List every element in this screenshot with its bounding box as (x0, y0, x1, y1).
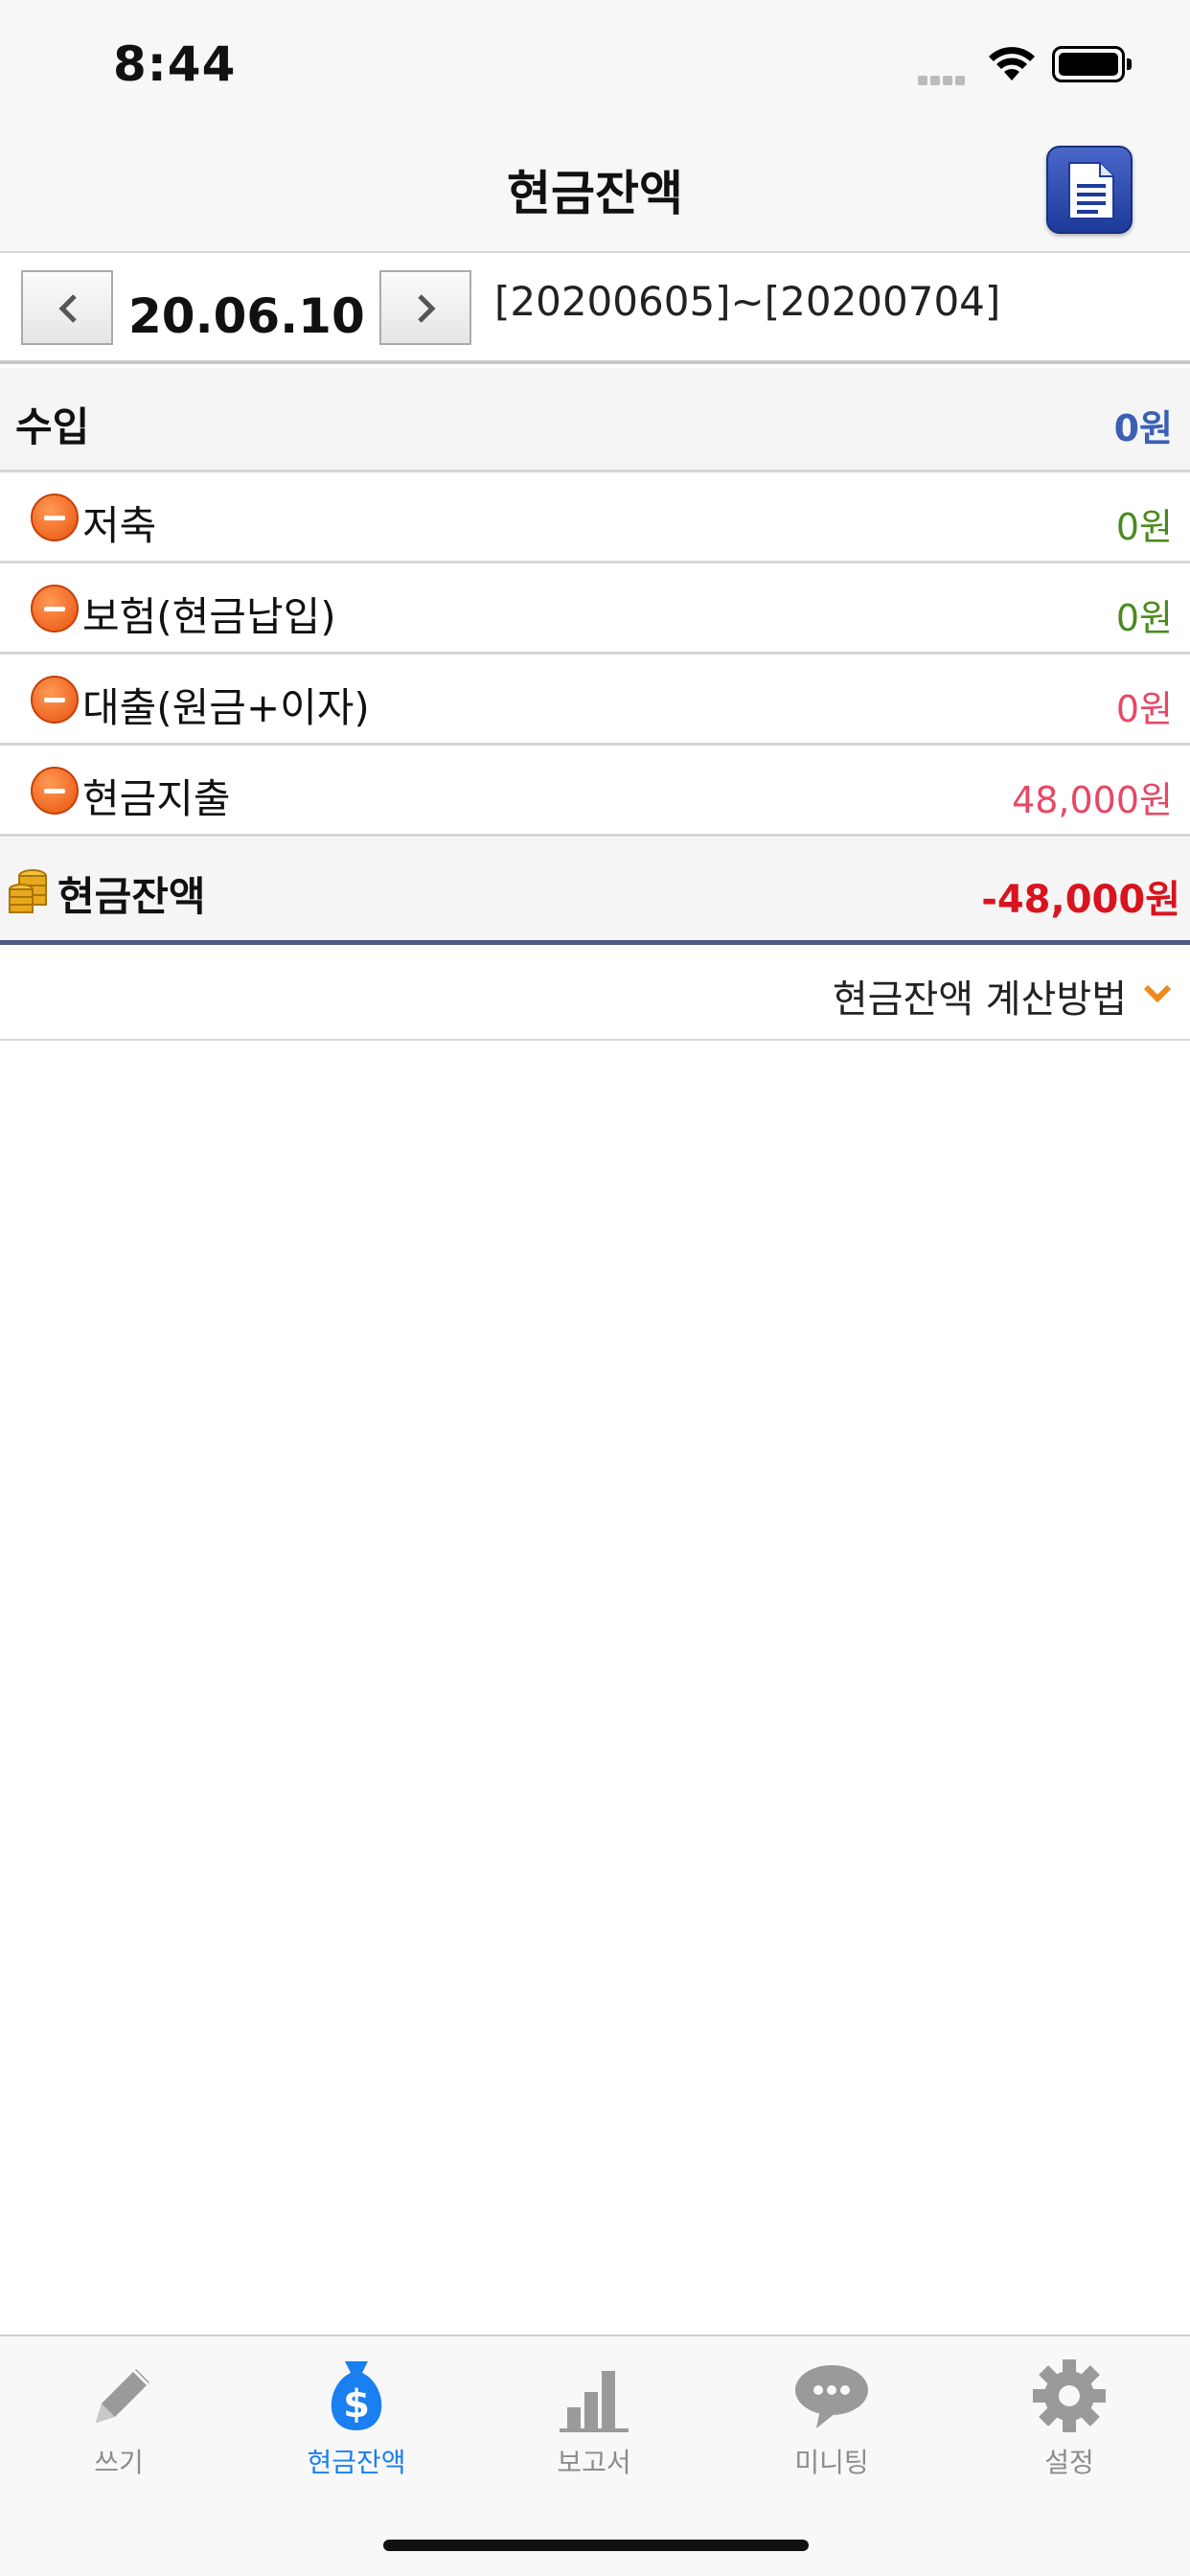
income-value: 0원 (1113, 407, 1173, 449)
chevron-down-icon (1143, 984, 1172, 1003)
chat-bubble-icon (795, 2365, 868, 2428)
document-button[interactable] (1046, 146, 1133, 234)
tab-label: 쓰기 (94, 2447, 144, 2478)
chevron-left-icon (58, 294, 77, 323)
gear-icon (1033, 2359, 1106, 2432)
item-label: 대출(원금+이자) (82, 684, 370, 731)
tab-report[interactable]: 보고서 (475, 2356, 713, 2490)
next-date-button[interactable] (379, 270, 471, 345)
bar-chart-icon (560, 2371, 629, 2432)
status-bar: 8:44 (0, 0, 1190, 126)
balance-label: 현금잔액 (57, 873, 206, 920)
cellular-signal-icon (918, 71, 975, 85)
calculation-method-label: 현금잔액 계산방법 (832, 978, 1127, 1022)
page-title: 현금잔액 (507, 166, 683, 221)
tab-cash-balance[interactable]: $ 현금잔액 (238, 2356, 475, 2490)
calculation-method-toggle[interactable]: 현금잔액 계산방법 (0, 945, 1190, 1041)
minus-icon (31, 767, 79, 815)
date-range: [20200605]~[20200704] (494, 278, 1001, 325)
money-bag-icon: $ (331, 2361, 382, 2430)
chevron-right-icon (418, 294, 436, 323)
tab-label: 보고서 (557, 2447, 631, 2478)
tab-settings[interactable]: 설정 (950, 2356, 1188, 2490)
tab-meeting[interactable]: 미니팅 (713, 2356, 950, 2490)
minus-icon (31, 676, 79, 724)
item-label: 저축 (82, 502, 157, 549)
list-item-loan[interactable]: 대출(원금+이자) 0원 (0, 655, 1190, 746)
minus-icon (31, 585, 79, 632)
minus-icon (31, 494, 79, 541)
item-value: 0원 (1115, 506, 1173, 548)
item-value: 0원 (1115, 597, 1173, 639)
tab-label: 현금잔액 (307, 2447, 406, 2478)
item-value: 0원 (1115, 688, 1173, 730)
income-label: 수입 (15, 403, 90, 450)
status-time: 8:44 (113, 36, 237, 92)
battery-icon (1052, 46, 1132, 82)
item-label: 보험(현금납입) (82, 593, 336, 640)
tab-write[interactable]: 쓰기 (0, 2356, 238, 2490)
item-label: 현금지출 (82, 775, 231, 822)
list-item-savings[interactable]: 저축 0원 (0, 472, 1190, 564)
home-indicator[interactable] (383, 2540, 809, 2551)
wifi-icon (989, 47, 1035, 80)
svg-text:$: $ (343, 2382, 370, 2426)
list-item-insurance[interactable]: 보험(현금납입) 0원 (0, 564, 1190, 655)
document-icon (1068, 162, 1114, 219)
pencil-icon (96, 2369, 149, 2423)
previous-date-button[interactable] (21, 270, 113, 345)
coins-icon (9, 869, 47, 913)
navigation-bar: 현금잔액 (0, 126, 1190, 253)
income-row[interactable]: 수입 0원 (0, 368, 1190, 472)
item-value: 48,000원 (1012, 779, 1173, 821)
tab-label: 미니팅 (794, 2447, 869, 2478)
date-selector: 20.06.10 수 [20200605]~[20200704] (0, 255, 1190, 364)
balance-value: -48,000원 (981, 878, 1180, 922)
tab-label: 설정 (1044, 2447, 1094, 2478)
list-item-cash-expense[interactable]: 현금지출 48,000원 (0, 746, 1190, 837)
balance-row: 현금잔액 -48,000원 (0, 838, 1190, 945)
